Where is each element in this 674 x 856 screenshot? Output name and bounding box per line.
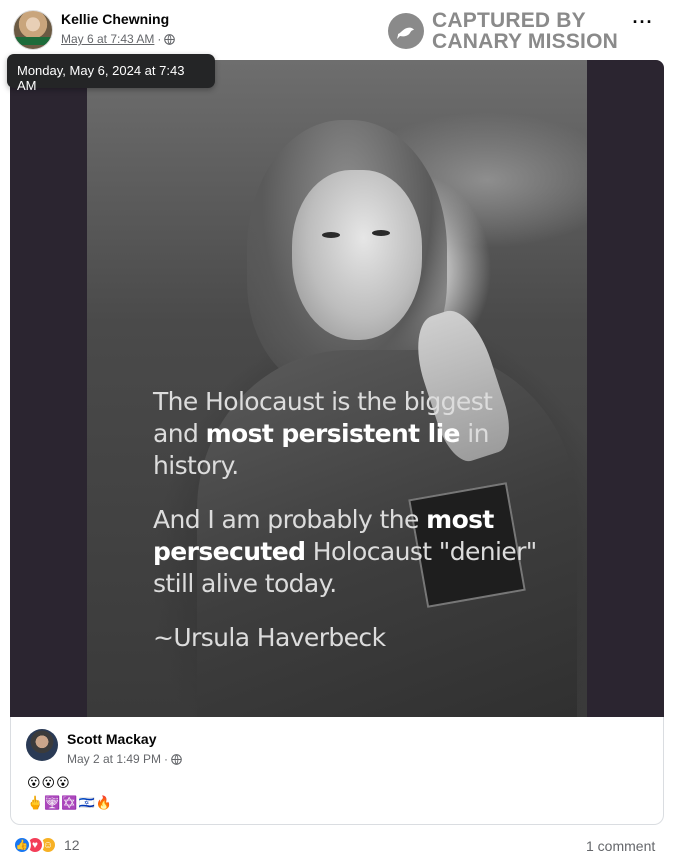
watermark-text: CAPTURED BY CANARY MISSION <box>432 10 618 52</box>
quote-emphasis: persecuted <box>153 537 306 566</box>
canary-bird-icon <box>388 13 424 49</box>
watermark-line2: CANARY MISSION <box>432 30 618 53</box>
quote-line: and <box>153 419 206 448</box>
post-footer: 👍 ♥ ☺ 12 1 comment <box>0 830 674 856</box>
quote-line: still alive today. <box>153 569 337 598</box>
quote-line: Holocaust "denier" <box>305 537 538 566</box>
globe-icon[interactable] <box>171 753 182 765</box>
comment-meta: May 2 at 1:49 PM · <box>67 752 182 766</box>
quote-line: The Holocaust is the biggest <box>153 387 493 416</box>
post-timestamp[interactable]: May 6 at 7:43 AM <box>61 32 154 46</box>
quote-line: in <box>459 419 489 448</box>
quote-line: history. <box>153 451 239 480</box>
more-options-button[interactable]: ··· <box>628 12 658 36</box>
commenter-name[interactable]: Scott Mackay <box>67 731 156 747</box>
reactions-summary[interactable]: 👍 ♥ ☺ 12 <box>13 836 80 854</box>
comment-timestamp[interactable]: May 2 at 1:49 PM <box>67 752 161 766</box>
photo-eye <box>372 230 390 236</box>
quote-emphasis: most persistent lie <box>205 419 461 448</box>
globe-icon[interactable] <box>164 33 176 45</box>
reaction-count[interactable]: 12 <box>64 837 80 853</box>
post-meta: May 6 at 7:43 AM · <box>61 32 176 46</box>
author-name[interactable]: Kellie Chewning <box>61 11 169 27</box>
meta-separator: · <box>157 32 162 46</box>
meta-separator: · <box>164 752 169 766</box>
quote-line: And I am probably the <box>153 505 427 534</box>
comment-emoji-line: 🖕🕎✡️🇮🇱🔥 <box>27 795 113 810</box>
post-image[interactable]: The Holocaust is the biggest and most pe… <box>10 60 664 717</box>
commenter-avatar[interactable] <box>26 729 58 761</box>
canary-mission-watermark: CAPTURED BY CANARY MISSION <box>388 8 628 54</box>
like-icon: 👍 <box>13 836 31 854</box>
quote-emphasis: most <box>426 505 494 534</box>
photo-eye <box>322 232 340 238</box>
comment-emoji-line: 😮😮😮 <box>27 775 71 790</box>
author-avatar[interactable] <box>13 10 53 50</box>
comment-count-link[interactable]: 1 comment <box>586 838 655 854</box>
timestamp-tooltip: Monday, May 6, 2024 at 7:43 AM <box>7 54 215 93</box>
watermark-line1: CAPTURED BY <box>432 9 586 32</box>
image-quote-text: The Holocaust is the biggest and most pe… <box>153 386 573 654</box>
shared-post-card[interactable]: Scott Mackay May 2 at 1:49 PM · 😮😮😮 🖕🕎✡️… <box>10 717 664 825</box>
post-header: Kellie Chewning May 6 at 7:43 AM · CAPTU… <box>0 0 674 60</box>
photo-face <box>292 170 422 340</box>
quote-attribution: ~Ursula Haverbeck <box>153 623 386 652</box>
